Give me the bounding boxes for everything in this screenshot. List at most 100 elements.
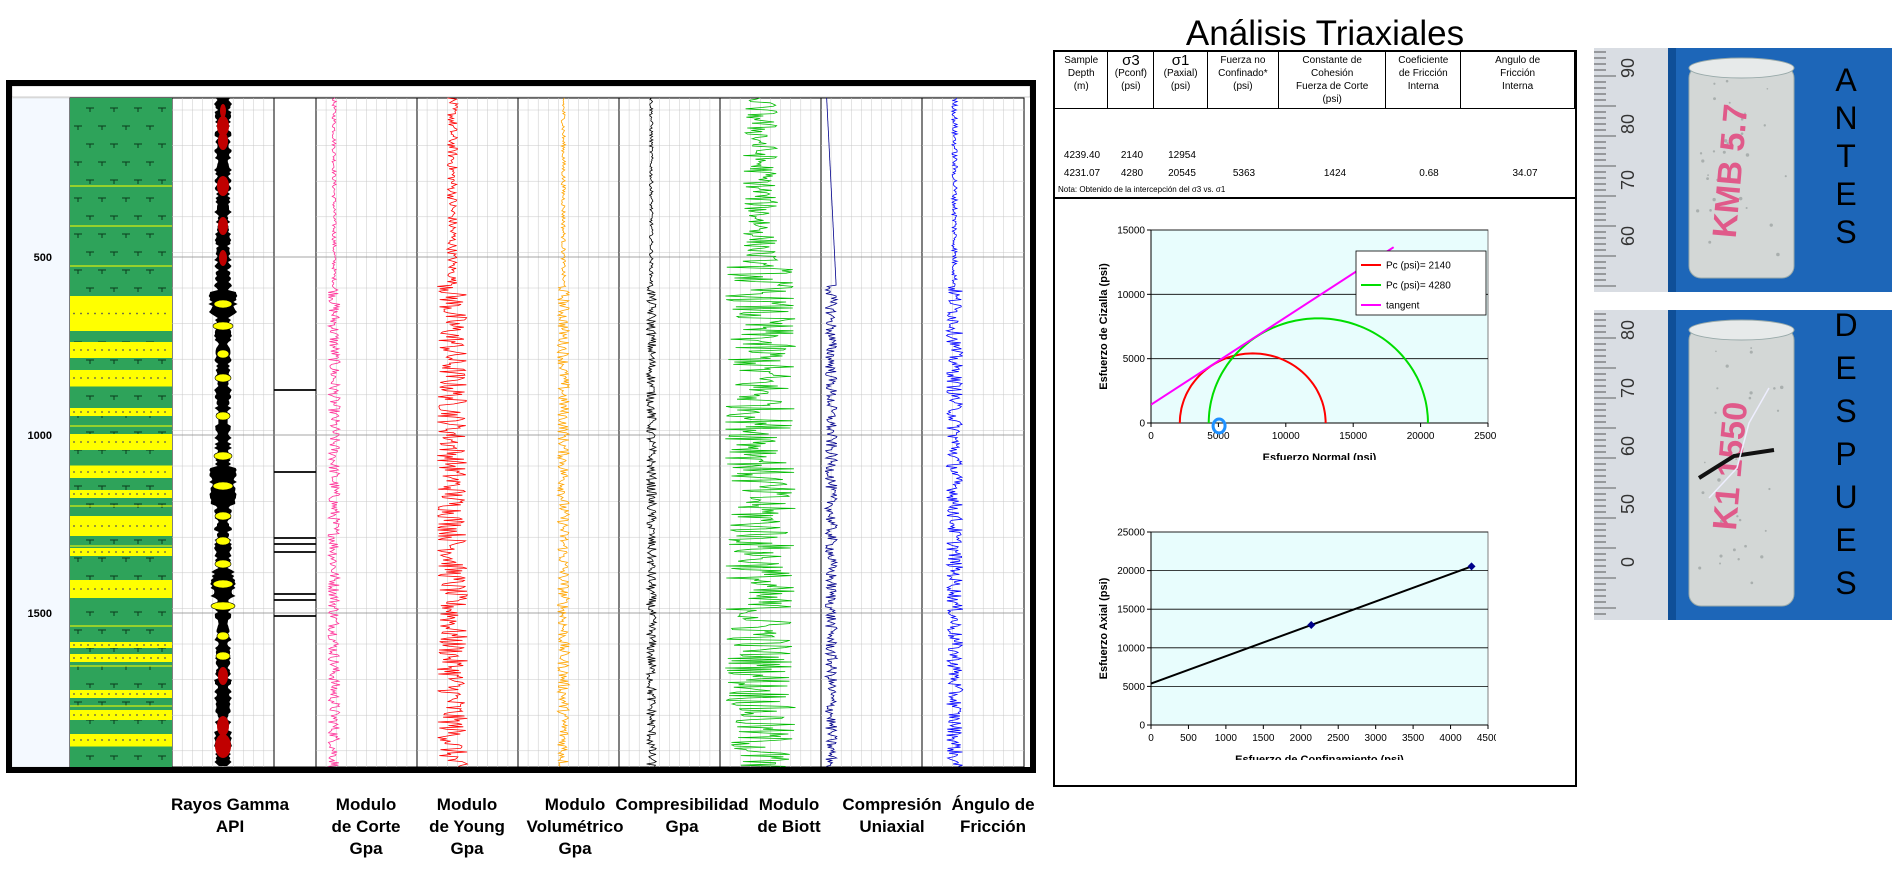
legend-entry: Pc (psi)= 4280 (1386, 281, 1451, 292)
header-line: de Fricción (1398, 68, 1448, 79)
header-line: Angulo de (1495, 55, 1541, 66)
header-line: Interna (1407, 81, 1439, 92)
x-tick-label: 2000 (1290, 733, 1313, 744)
y-tick-label: 20000 (1117, 566, 1145, 577)
x-tick-label: 500 (1180, 733, 1197, 744)
x-tick-label: 15000 (1339, 431, 1367, 442)
x-tick-label: 0 (1148, 431, 1154, 442)
vertical-word-letter: E (1835, 522, 1857, 558)
vertical-word-letter: P (1835, 436, 1857, 472)
x-tick-label: 2500 (1327, 733, 1350, 744)
header-line: Fuerza de Corte (1296, 81, 1369, 92)
table-header-cell: σ3 (Pconf) (psi) (1107, 52, 1155, 109)
well-log-tracks: 500 1000 1500 (12, 86, 1030, 767)
depth-tick-label: 500 (34, 252, 52, 264)
x-tick-label: 25000 (1474, 431, 1496, 442)
vertical-word-letter: T (1836, 138, 1856, 174)
x-tick-label: 3500 (1402, 733, 1425, 744)
ruler-label: 70 (1618, 378, 1638, 398)
ruler-label: 60 (1618, 436, 1638, 456)
vertical-word-letter: E (1835, 350, 1857, 386)
y-tick-label: 0 (1139, 721, 1145, 732)
x-tick-label: 1000 (1215, 733, 1238, 744)
sigma-symbol: σ1 (1171, 52, 1190, 69)
y-tick-label: 15000 (1117, 605, 1145, 616)
header-line: (psi) (1322, 94, 1342, 105)
y-tick-label: 15000 (1117, 226, 1145, 237)
table-header-cell: σ1 (Paxial) (psi) (1153, 52, 1208, 109)
y-tick-label: 0 (1139, 419, 1145, 430)
y-axis-label: Esfuerzo de Cizalla (psi) (1098, 263, 1110, 390)
header-line: Constante de Cohesión (1302, 55, 1362, 79)
vertical-word-letter: E (1835, 176, 1857, 212)
table-header-cell: Fuerza no Confinado* (psi) (1207, 52, 1279, 109)
y-tick-label: 10000 (1117, 290, 1145, 301)
table-note: Nota: Obtenido de la intercepción del σ3… (1058, 185, 1226, 194)
x-axis-label: Esfuerzo de Confinamiento (psi) (1235, 754, 1404, 760)
header-line: Confinado* (1218, 68, 1268, 79)
track-label-line: API (215, 817, 245, 836)
header-line: Fricción (1500, 68, 1536, 79)
x-tick-label: 10000 (1272, 431, 1300, 442)
sigma-symbol: σ3 (1122, 52, 1140, 69)
table-header-cell: Angulo de Fricción Interna (1460, 52, 1575, 109)
depth-tick-label: 1500 (28, 608, 52, 620)
ruler-label: 0 (1618, 557, 1638, 567)
ruler-label: 60 (1618, 226, 1638, 246)
ruler-label: 80 (1618, 114, 1638, 134)
x-tick-label: 1500 (1252, 733, 1275, 744)
ruler-label: 50 (1618, 494, 1638, 514)
header-line: (m) (1073, 81, 1089, 92)
chart-legend: Pc (psi)= 2140 Pc (psi)= 4280 tangent (1355, 250, 1487, 316)
header-line: Depth (1067, 68, 1095, 79)
x-tick-label: 3000 (1365, 733, 1388, 744)
track-label-line: Rayos Gamma (170, 795, 290, 814)
lithology-track (70, 98, 172, 767)
triaxial-results-table: Sample Depth (m) σ3 (Pconf) (psi) σ1 (Paxial) (p… (1053, 50, 1577, 199)
y-tick-label: 25000 (1117, 528, 1145, 539)
ruler-label: 80 (1618, 320, 1638, 340)
track-label-line: Gpa (558, 839, 592, 858)
x-tick-label: 20000 (1407, 431, 1435, 442)
y-tick-label: 10000 (1117, 643, 1145, 654)
vertical-word-letter: D (1834, 307, 1858, 343)
table-cell: 0.68 (1419, 168, 1439, 179)
header-line: (psi) (1121, 81, 1141, 92)
vertical-word-letter: N (1834, 100, 1858, 136)
header-line: (psi) (1170, 81, 1191, 92)
page-title: Análisis Triaxiales (1185, 14, 1465, 53)
y-tick-label: 5000 (1123, 682, 1146, 693)
plot-area (1150, 531, 1489, 726)
header-line: (Paxial) (1163, 68, 1198, 79)
vertical-word-letter: S (1835, 393, 1857, 429)
table-cell: 1424 (1323, 168, 1347, 179)
x-tick-label: 4500 (1477, 733, 1496, 744)
header-line: Coeficiente (1398, 55, 1449, 66)
depth-tick-label: 1000 (28, 430, 52, 442)
track-label-gamma: Rayos Gamma API (160, 794, 300, 838)
vertical-word-letter: S (1835, 565, 1857, 601)
vertical-word-letter: U (1834, 479, 1858, 515)
vertical-word-letter: A (1835, 62, 1857, 98)
header-line: Sample (1064, 55, 1099, 66)
ruler-label: 70 (1618, 170, 1638, 190)
table-header-cell: Constante de Cohesión Fuerza de Corte (psi… (1278, 52, 1387, 109)
header-line: Fuerza no (1220, 55, 1266, 66)
x-tick-label: 4000 (1439, 733, 1462, 744)
y-axis-label: Esfuerzo Axial (psi) (1098, 577, 1110, 679)
vertical-word-letter: S (1835, 214, 1857, 250)
table-cell: 12954 (1168, 150, 1196, 161)
axial-vs-confinement-chart: 0 5000 10000 15000 20000 25000 0 500 1000 1500 200… (1098, 528, 1496, 761)
x-axis-label: Esfuerzo Normal (psi) (1263, 452, 1377, 460)
header-line: (Pconf) (1114, 68, 1147, 79)
table-cell: 34.07 (1512, 168, 1538, 179)
table-header-cell: Sample Depth (m) (1055, 52, 1109, 109)
track-label-friccion: Ángulo de Fricción (923, 794, 1063, 838)
legend-entry: tangent (1386, 301, 1420, 312)
table-header-cell: Coeficiente de Fricción Interna (1385, 52, 1462, 109)
header-line: (psi) (1233, 81, 1253, 92)
track-label-line: Fricción (959, 817, 1027, 836)
table-cell: 5363 (1232, 168, 1256, 179)
track-tops (273, 97, 317, 767)
header-line: Interna (1502, 81, 1534, 92)
